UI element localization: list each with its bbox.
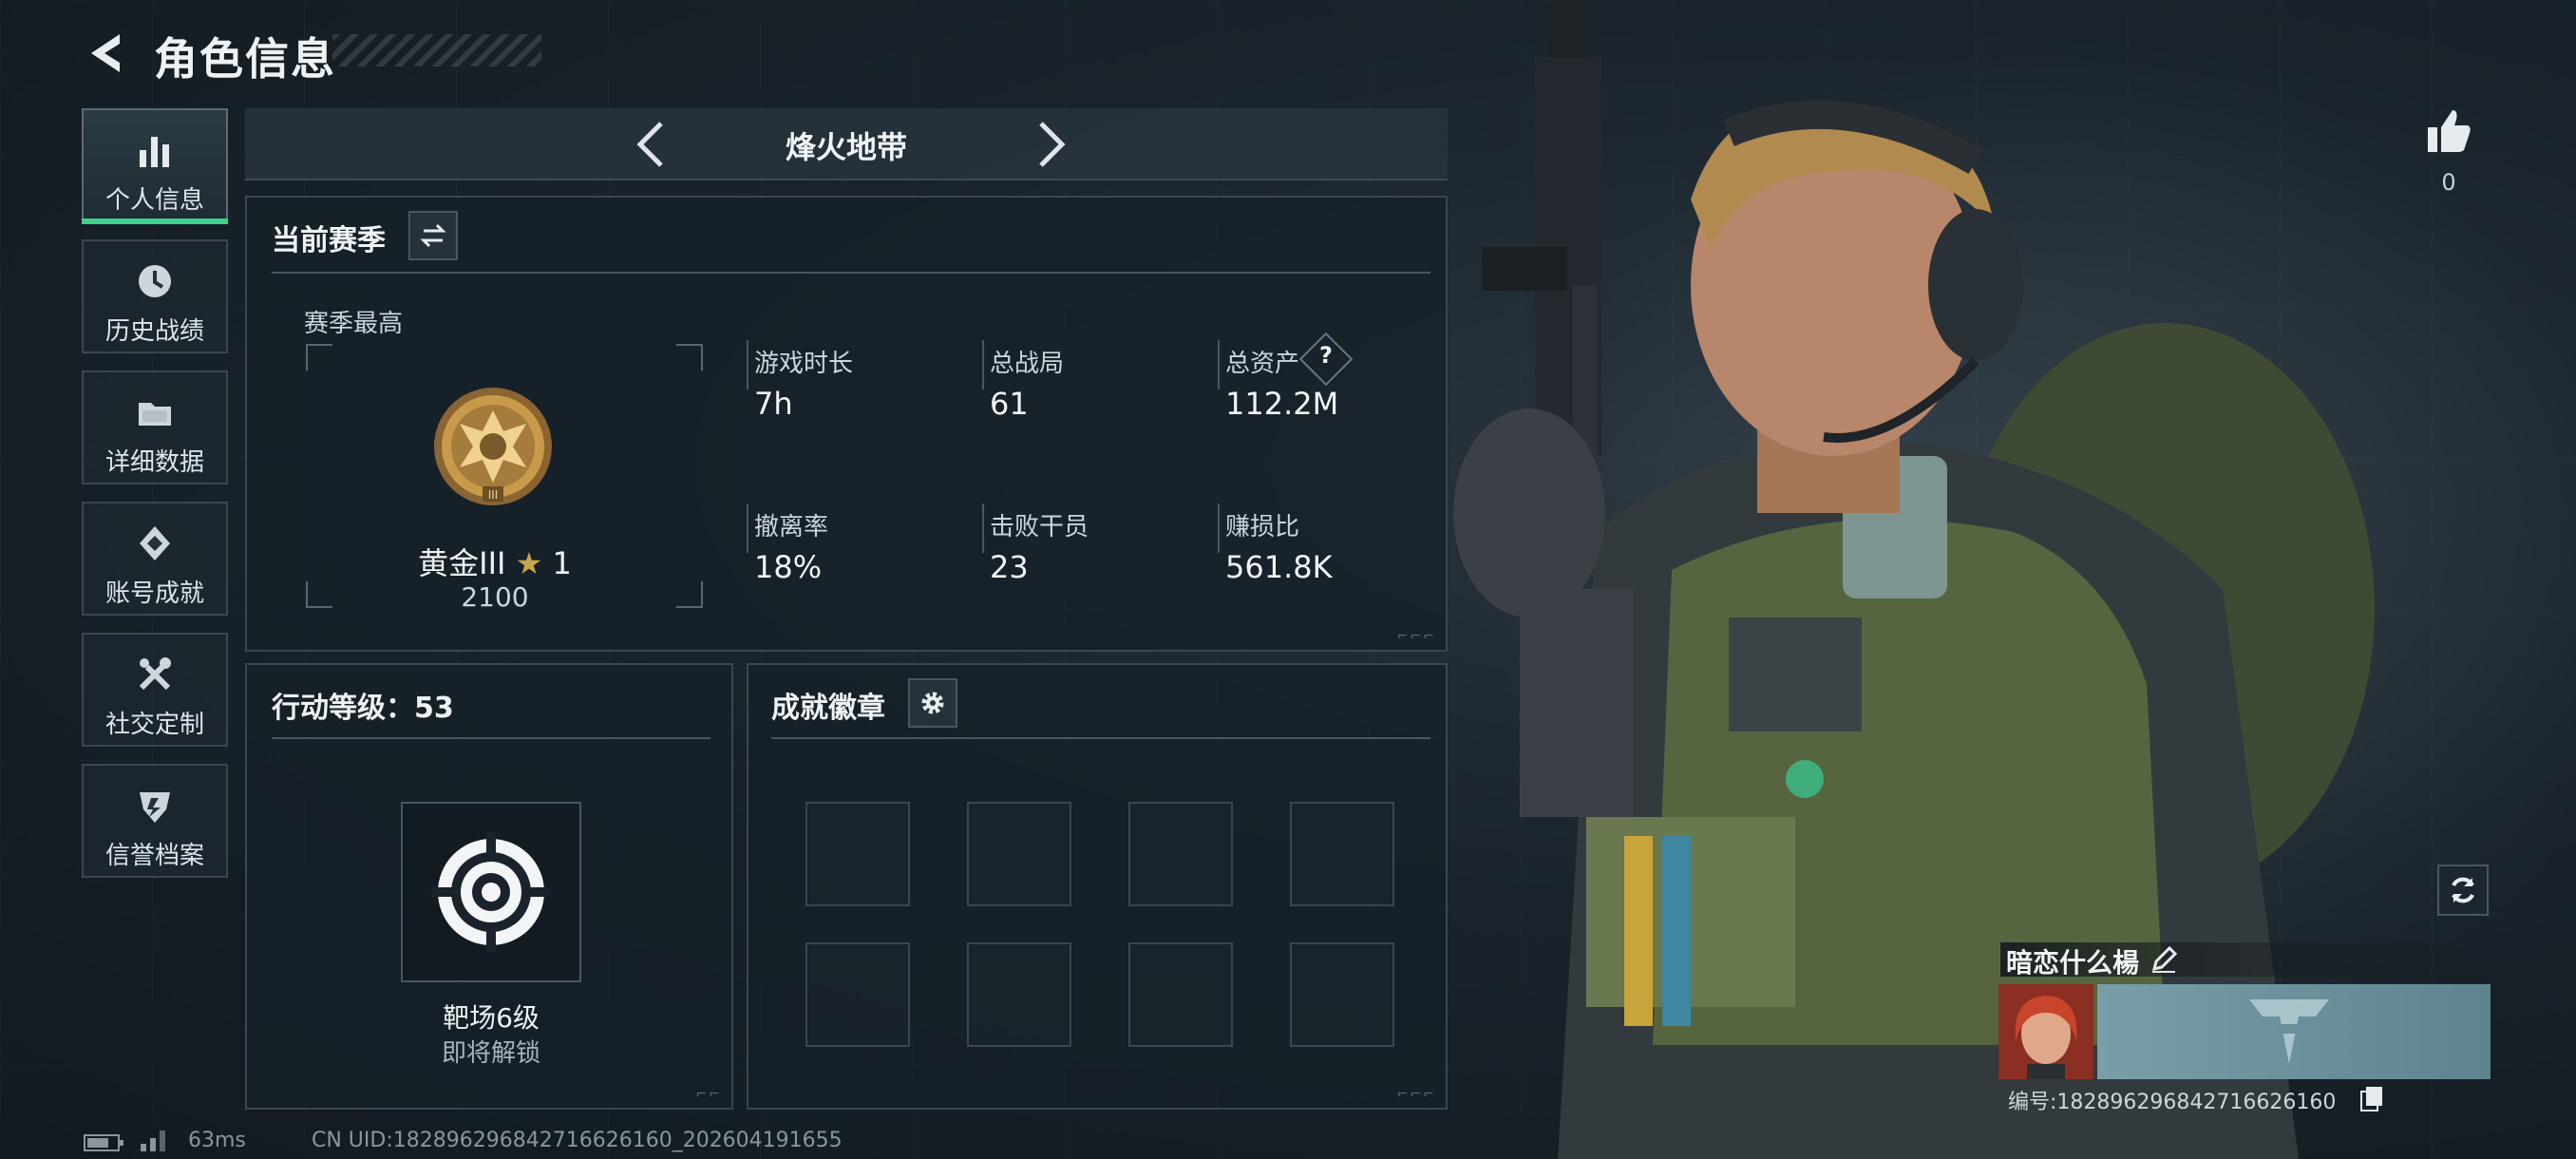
rank-points: 2100 — [461, 581, 529, 613]
bar-chart-icon — [140, 137, 169, 167]
bracket-top-left — [306, 344, 332, 370]
sidebar-item-label: 社交定制 — [104, 711, 204, 739]
sidebar-item-social-customization[interactable]: 社交定制 — [82, 633, 228, 747]
stat-value-total-assets: 112.2M — [1225, 386, 1339, 422]
stat-label-extract-rate: 撤离率 — [754, 513, 829, 542]
badge-slot[interactable] — [967, 942, 1071, 1047]
stat-value-kills: 23 — [990, 549, 1029, 585]
stat-value-extract-rate: 18% — [754, 549, 823, 585]
unlock-status: 即将解锁 — [441, 1039, 540, 1068]
sidebar-item-account-achievements[interactable]: 账号成就 — [82, 502, 228, 616]
chevron-right-icon[interactable] — [1020, 116, 1077, 173]
badge-slot[interactable] — [1290, 802, 1394, 906]
sidebar-item-label: 账号成就 — [104, 580, 204, 608]
corner-decoration: ⌐⌐⌐ — [1396, 629, 1436, 644]
action-level-panel: 行动等级：53 靶场6级 即将解锁 ⌐⌐ — [245, 663, 733, 1110]
badge-slot[interactable] — [1290, 942, 1394, 1047]
achievement-icon — [140, 526, 170, 560]
avatar-portrait-icon — [1998, 984, 2093, 1079]
stat-separator — [1218, 504, 1220, 553]
uid-readout: CN UID:1828962968427166​26160_2026041916… — [312, 1129, 843, 1152]
player-banner[interactable] — [2097, 984, 2491, 1079]
mode-name: 烽火地带 — [785, 129, 907, 165]
corner-decoration: ⌐⌐⌐ — [1396, 1087, 1436, 1102]
banner-emblem-icon — [2249, 999, 2329, 1064]
rank-stars: 1 — [552, 545, 572, 581]
season-title: 当前赛季 — [272, 224, 386, 257]
player-id: 编号:1828962968427166261​60 — [2008, 1091, 2337, 1114]
back-arrow-icon[interactable] — [82, 28, 129, 78]
stat-separator — [982, 340, 984, 390]
star-icon: ★ — [515, 545, 543, 581]
stat-separator — [747, 504, 748, 553]
season-best-label: 赛季最高 — [304, 310, 404, 338]
action-level-divider — [272, 737, 710, 739]
rank-emblem-icon: III — [434, 388, 552, 505]
stat-label-kills: 击败干员 — [990, 513, 1089, 542]
sidebar-item-label: 详细数据 — [104, 448, 204, 477]
folder-icon — [139, 403, 171, 426]
sidebar-item-credit-profile[interactable]: 信誉档案 — [82, 764, 228, 878]
avatar[interactable] — [1998, 984, 2093, 1079]
bracket-top-right — [676, 344, 703, 370]
stat-separator — [982, 504, 984, 553]
badges-panel: 成就徽章 ⌐⌐⌐ — [747, 663, 1448, 1110]
gear-icon — [921, 692, 944, 714]
shield-icon — [140, 792, 170, 823]
unlock-name: 靶场6级 — [443, 1002, 540, 1034]
corner-decoration: ⌐⌐ — [695, 1087, 722, 1102]
like-count: 0 — [2441, 169, 2456, 196]
sidebar-item-match-history[interactable]: 历史战绩 — [82, 239, 228, 353]
stat-value-profit-ratio: 561.8K — [1225, 549, 1333, 585]
ping-readout: 63ms — [188, 1129, 246, 1152]
battery-icon — [84, 1134, 123, 1151]
sidebar-item-personal-info[interactable]: 个人信息 — [82, 108, 228, 224]
edit-pencil-icon[interactable] — [2150, 946, 2177, 973]
stat-label-total-matches: 总战局 — [990, 350, 1065, 378]
help-icon[interactable]: ? — [1307, 342, 1345, 369]
sidebar-item-label: 个人信息 — [104, 186, 204, 215]
player-name: 暗恋什么楊 — [2006, 947, 2140, 978]
svg-text:III: III — [488, 488, 499, 502]
stat-separator — [1218, 340, 1220, 390]
season-panel: 当前赛季 赛季最高 III 黄金III ★ 1 2100 游戏时长 7h 总战局… — [245, 196, 1448, 652]
title-decoration — [332, 34, 541, 66]
badges-title: 成就徽章 — [771, 692, 885, 725]
bracket-bottom-left — [306, 581, 332, 608]
sidebar-item-label: 信誉档案 — [104, 842, 204, 870]
stat-label-play-time: 游戏时长 — [754, 350, 854, 378]
refresh-icon — [2452, 877, 2474, 903]
copy-icon[interactable] — [2359, 1085, 2384, 1112]
refresh-button[interactable] — [2437, 864, 2489, 916]
rank-name: 黄金III — [418, 545, 506, 581]
stat-label-profit-ratio: 赚损比 — [1225, 513, 1300, 542]
stat-value-play-time: 7h — [754, 386, 793, 422]
signal-icon — [141, 1130, 165, 1151]
season-switch-button[interactable] — [408, 211, 458, 260]
bracket-bottom-right — [676, 581, 703, 608]
clock-icon — [139, 265, 171, 297]
target-icon — [431, 832, 551, 952]
thumbs-up-icon[interactable] — [2424, 106, 2473, 156]
badge-slot[interactable] — [1128, 802, 1233, 906]
sidebar-item-detailed-data[interactable]: 详细数据 — [82, 370, 228, 484]
mode-selector: 烽火地带 — [245, 108, 1448, 180]
badge-slot[interactable] — [1128, 942, 1233, 1047]
swap-icon — [420, 223, 446, 248]
badges-divider — [771, 737, 1430, 739]
stat-label-total-assets: 总资产 — [1225, 350, 1300, 378]
rank-line: 黄金III ★ 1 — [338, 540, 652, 583]
stat-value-total-matches: 61 — [990, 386, 1029, 422]
season-divider — [272, 272, 1430, 274]
tools-icon — [139, 657, 171, 691]
sidebar-item-label: 历史战绩 — [104, 317, 204, 346]
action-level-title: 行动等级：53 — [272, 692, 454, 725]
unlock-reward-card[interactable] — [401, 802, 581, 982]
stat-separator — [747, 340, 748, 390]
badge-settings-button[interactable] — [908, 678, 957, 728]
page-title: 角色信息 — [154, 33, 336, 85]
badge-slot[interactable] — [967, 802, 1071, 906]
badge-slot[interactable] — [805, 942, 910, 1047]
badge-slot[interactable] — [805, 802, 910, 906]
